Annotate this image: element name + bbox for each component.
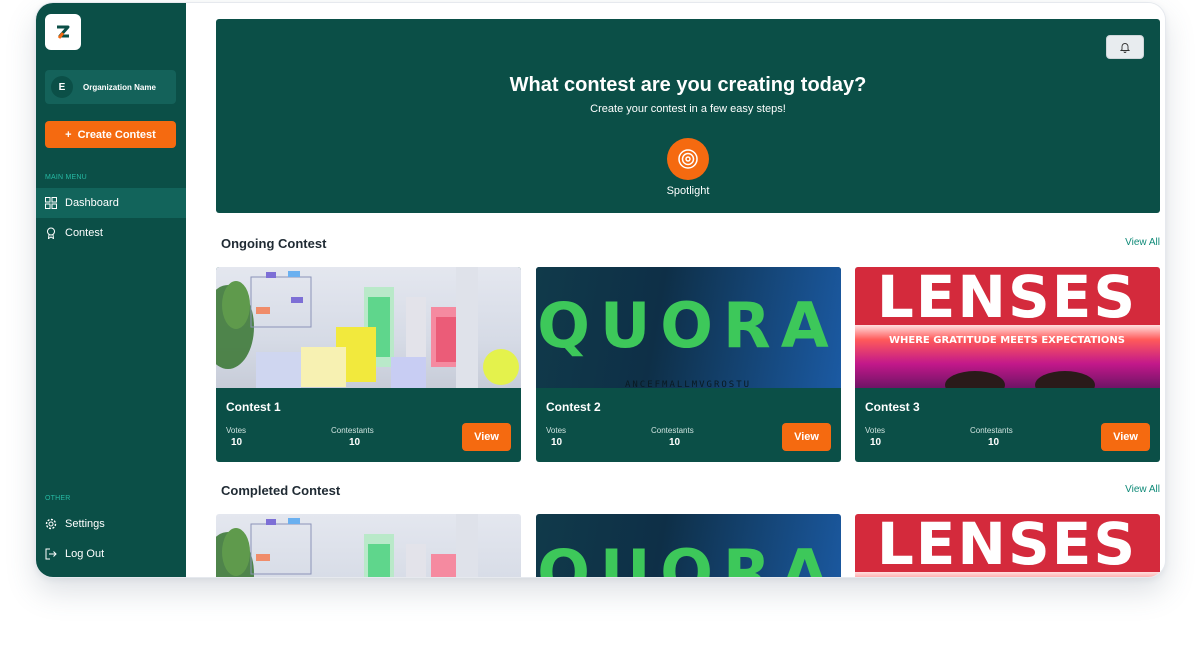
contestants-value: 10 xyxy=(669,437,681,448)
contest-thumbnail: QUORA xyxy=(536,514,841,578)
votes-label: Votes xyxy=(865,426,886,435)
contest-card[interactable]: LENSES xyxy=(855,514,1160,578)
votes-label: Votes xyxy=(226,426,247,435)
lenses-image-text: LENSES xyxy=(877,514,1137,578)
gear-icon xyxy=(45,518,57,530)
contest-thumbnail: LENSES xyxy=(855,514,1160,578)
sidebar-item-label: Log Out xyxy=(65,548,105,560)
contest-thumbnail: LENSES WHERE GRATITUDE MEETS EXPECTATION… xyxy=(855,267,1160,388)
contestants-value: 10 xyxy=(349,437,361,448)
completed-view-all-link[interactable]: View All xyxy=(1125,484,1160,495)
quora-image-text: QUORA xyxy=(537,536,838,578)
lenses-image-subtext: WHERE GRATITUDE MEETS EXPECTATIONS xyxy=(889,335,1125,346)
sidebar-item-label: Settings xyxy=(65,518,105,530)
quora-image-subtext: ANCEFMALLMVGROSTU xyxy=(625,380,751,388)
ongoing-section-title: Ongoing Contest xyxy=(221,236,327,251)
page-subtitle: Create your contest in a few easy steps! xyxy=(590,103,786,115)
contest-title: Contest 2 xyxy=(546,400,601,414)
target-icon xyxy=(678,149,698,169)
logo-icon xyxy=(57,25,70,39)
quora-image-text: QUORA xyxy=(537,289,838,362)
view-contest-button[interactable]: View xyxy=(462,423,511,451)
sidebar-item-contest[interactable]: Contest xyxy=(36,218,186,248)
sidebar-item-settings[interactable]: Settings xyxy=(36,509,186,539)
sidebar-item-label: Contest xyxy=(65,227,103,239)
page-title: What contest are you creating today? xyxy=(509,74,867,96)
contest-title: Contest 3 xyxy=(865,400,920,414)
votes-value: 10 xyxy=(551,437,563,448)
create-contest-button[interactable]: + Create Contest xyxy=(45,121,176,148)
contest-card[interactable]: Contest 1 Votes 10 Contestants 10 View xyxy=(216,267,521,462)
create-contest-banner: What contest are you creating today? Cre… xyxy=(216,19,1160,213)
contest-card[interactable]: LENSES WHERE GRATITUDE MEETS EXPECTATION… xyxy=(855,267,1160,462)
contest-card[interactable] xyxy=(216,514,521,577)
contest-title: Contest 1 xyxy=(226,400,281,414)
contest-thumbnail: QUORA ANCEFMALLMVGROSTU xyxy=(536,267,841,388)
notifications-button[interactable] xyxy=(1106,35,1144,59)
bell-icon xyxy=(1119,43,1131,53)
completed-section-title: Completed Contest xyxy=(221,483,341,498)
sidebar-item-label: Dashboard xyxy=(65,197,119,209)
plus-icon: + xyxy=(65,128,72,141)
view-contest-button[interactable]: View xyxy=(782,423,831,451)
app-logo[interactable] xyxy=(45,14,81,50)
spotlight-button[interactable] xyxy=(667,138,709,180)
contestants-label: Contestants xyxy=(651,426,694,435)
contestants-value: 10 xyxy=(988,437,1000,448)
contest-card[interactable]: QUORA ANCEFMALLMVGROSTU Contest 2 Votes … xyxy=(536,267,841,462)
organization-switcher[interactable]: E Organization Name xyxy=(45,70,176,104)
lenses-image-text: LENSES xyxy=(877,267,1137,331)
sidebar-item-logout[interactable]: Log Out xyxy=(36,539,186,569)
contestants-label: Contestants xyxy=(970,426,1013,435)
grid-icon xyxy=(45,197,57,209)
app-window: E Organization Name + Create Contest MAI… xyxy=(35,2,1166,578)
sidebar-item-dashboard[interactable]: Dashboard xyxy=(36,188,186,218)
view-contest-button[interactable]: View xyxy=(1101,423,1150,451)
votes-label: Votes xyxy=(546,426,567,435)
org-avatar: E xyxy=(51,76,73,98)
contest-thumbnail xyxy=(216,267,521,388)
contest-card[interactable]: QUORA xyxy=(536,514,841,578)
main-content: What contest are you creating today? Cre… xyxy=(186,3,1165,578)
other-heading: OTHER xyxy=(45,495,71,502)
award-icon xyxy=(45,227,57,239)
create-contest-label: Create Contest xyxy=(77,128,156,141)
contestants-label: Contestants xyxy=(331,426,374,435)
ongoing-view-all-link[interactable]: View All xyxy=(1125,237,1160,248)
logout-icon xyxy=(45,548,57,560)
main-menu-heading: MAIN MENU xyxy=(45,174,87,181)
spotlight-label: Spotlight xyxy=(666,185,710,197)
contest-thumbnail xyxy=(216,514,521,577)
sidebar: E Organization Name + Create Contest MAI… xyxy=(36,3,186,577)
votes-value: 10 xyxy=(870,437,882,448)
org-name: Organization Name xyxy=(83,82,156,92)
votes-value: 10 xyxy=(231,437,243,448)
